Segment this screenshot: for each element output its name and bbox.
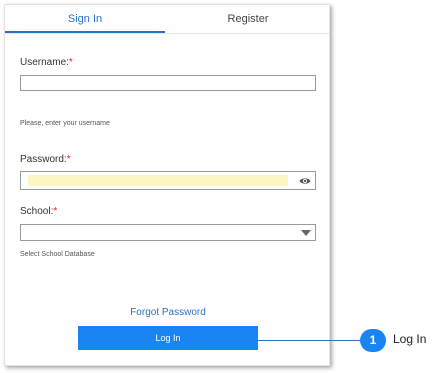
- auth-tabs: Sign In Register: [5, 5, 329, 34]
- password-required-mark: *: [66, 154, 71, 165]
- active-tab-indicator: [5, 31, 165, 33]
- school-select[interactable]: [20, 224, 316, 241]
- school-label: School:*: [20, 206, 57, 217]
- username-hint: Please, enter your username: [20, 120, 110, 127]
- password-label: Password:*: [20, 154, 71, 165]
- callout-number-badge: 1: [360, 329, 386, 352]
- tab-register[interactable]: Register: [165, 5, 331, 33]
- school-label-text: School:: [20, 206, 54, 217]
- school-required-mark: *: [53, 206, 58, 217]
- password-label-text: Password:: [20, 154, 67, 165]
- school-hint: Select School Database: [20, 251, 95, 258]
- login-card: Sign In Register Username:* Please, ente…: [4, 4, 330, 366]
- tab-sign-in[interactable]: Sign In: [5, 5, 165, 33]
- callout-label: Log In: [393, 332, 427, 346]
- login-button[interactable]: Log In: [78, 326, 258, 350]
- password-field[interactable]: [20, 171, 316, 190]
- callout-connector-line: [257, 340, 360, 341]
- eye-icon[interactable]: [299, 175, 311, 187]
- username-label-text: Username:: [20, 57, 69, 68]
- username-input[interactable]: [20, 75, 316, 91]
- username-required-mark: *: [68, 57, 73, 68]
- password-autofill-value[interactable]: [28, 175, 288, 186]
- chevron-down-icon[interactable]: [301, 230, 311, 236]
- username-label: Username:*: [20, 57, 73, 68]
- forgot-password-link[interactable]: Forgot Password: [5, 307, 331, 318]
